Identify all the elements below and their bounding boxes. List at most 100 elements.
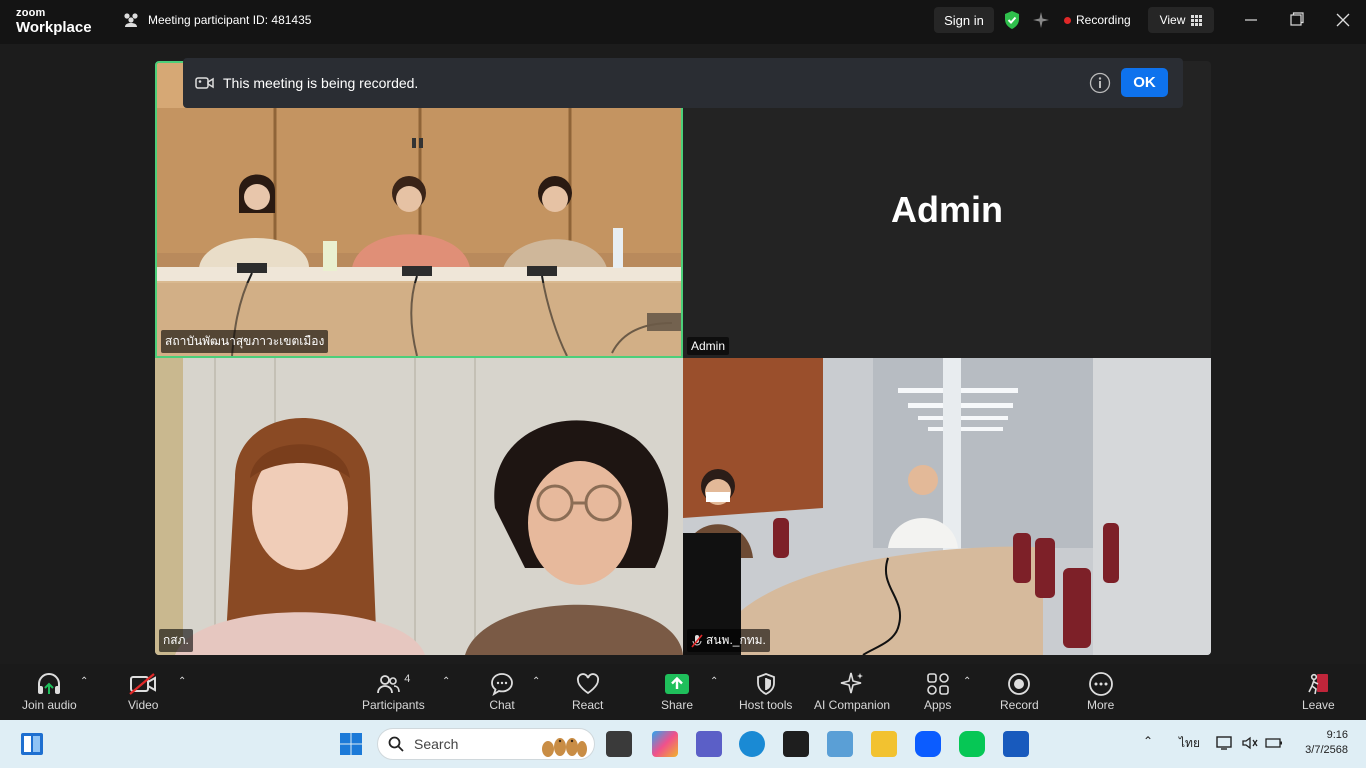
- record-button[interactable]: Record: [1000, 670, 1039, 712]
- participants-button[interactable]: 4 Participants: [362, 670, 425, 712]
- react-button[interactable]: React: [572, 670, 603, 712]
- share-button[interactable]: Share: [661, 670, 693, 712]
- minimize-icon[interactable]: [1244, 10, 1258, 30]
- windows-start-icon[interactable]: [339, 732, 363, 756]
- video-feed-two-women: [155, 358, 683, 655]
- line-app-icon[interactable]: [959, 731, 985, 757]
- task-view-icon[interactable]: [606, 731, 632, 757]
- participant-name-label: Admin: [687, 337, 730, 355]
- file-explorer-icon[interactable]: [871, 731, 897, 757]
- widgets-icon[interactable]: [20, 732, 44, 756]
- teams-icon[interactable]: [696, 731, 722, 757]
- remote-desktop-icon[interactable]: [827, 731, 853, 757]
- meeting-id[interactable]: Meeting participant ID: 481435: [122, 12, 311, 28]
- video-gallery: สถาบันพัฒนาสุขภาวะเขตเมือง Admin Admin ก…: [0, 44, 1366, 664]
- recording-dot-icon: [1064, 16, 1071, 24]
- leave-button[interactable]: Leave: [1302, 670, 1335, 712]
- heart-icon: [576, 673, 599, 695]
- edge-icon[interactable]: [739, 731, 765, 757]
- participant-name-text: กสภ.: [163, 633, 189, 647]
- recording-notice-banner: This meeting is being recorded. OK: [183, 58, 1183, 108]
- video-tile-ksp[interactable]: กสภ.: [155, 358, 683, 655]
- word-icon[interactable]: [1003, 731, 1029, 757]
- sign-in-button[interactable]: Sign in: [934, 7, 994, 33]
- view-label: View: [1159, 13, 1186, 27]
- recording-notice-text: This meeting is being recorded.: [223, 75, 419, 91]
- ai-companion-label: AI Companion: [814, 698, 891, 712]
- apps-options-caret-icon[interactable]: ⌃: [963, 676, 971, 687]
- record-label: Record: [1000, 698, 1039, 712]
- view-button[interactable]: View: [1148, 7, 1214, 33]
- volume-muted-icon[interactable]: [1241, 735, 1259, 751]
- taskbar-clock[interactable]: 9:16 3/7/2568: [1296, 728, 1348, 758]
- ai-sparkle-icon: [840, 672, 864, 694]
- apps-icon: [926, 673, 949, 695]
- react-label: React: [572, 698, 604, 712]
- video-tile-snp[interactable]: สนพ._กทม.: [683, 358, 1211, 655]
- chat-options-caret-icon[interactable]: ⌃: [532, 676, 540, 687]
- participant-name-text: Admin: [691, 339, 726, 353]
- ok-button[interactable]: OK: [1121, 68, 1168, 97]
- leave-icon: [1308, 673, 1329, 695]
- record-icon: [1008, 673, 1031, 695]
- close-icon[interactable]: [1336, 10, 1350, 30]
- leave-label: Leave: [1302, 698, 1335, 712]
- host-tools-button[interactable]: Host tools: [739, 670, 792, 712]
- restore-icon[interactable]: [1290, 10, 1304, 30]
- ai-companion-button[interactable]: AI Companion: [814, 670, 890, 712]
- info-icon[interactable]: [1089, 72, 1111, 94]
- clock-time: 9:16: [1326, 729, 1348, 741]
- language-indicator[interactable]: ไทย: [1179, 734, 1200, 753]
- network-icon[interactable]: [1216, 735, 1234, 751]
- recording-indicator[interactable]: Recording: [1064, 8, 1131, 32]
- join-audio-label: Join audio: [22, 698, 77, 712]
- sign-in-label: Sign in: [944, 12, 984, 28]
- participant-name-label: กสภ.: [159, 629, 193, 652]
- ai-sparkle-icon[interactable]: [1032, 11, 1050, 29]
- logo-line1: zoom: [16, 7, 46, 19]
- video-button[interactable]: Video: [128, 670, 158, 712]
- chat-icon: [491, 673, 513, 697]
- meeting-toolbar: Join audio ⌃ Video ⌃ 4 Participants ⌃ Ch…: [0, 664, 1366, 720]
- grid-icon: [1191, 14, 1203, 26]
- host-tools-label: Host tools: [739, 698, 793, 712]
- search-icon: [388, 736, 404, 752]
- chat-button[interactable]: Chat: [489, 670, 515, 712]
- title-bar: zoom Workplace Meeting participant ID: 4…: [0, 0, 1366, 44]
- participants-icon: [377, 675, 401, 694]
- terminal-icon[interactable]: [783, 731, 809, 757]
- participant-display-name: Admin: [891, 189, 1003, 230]
- participant-name-text: สถาบันพัฒนาสุขภาวะเขตเมือง: [165, 334, 325, 348]
- encryption-shield-icon[interactable]: [1003, 10, 1021, 30]
- apps-button[interactable]: Apps: [924, 670, 951, 712]
- battery-icon[interactable]: [1265, 735, 1283, 751]
- participants-count: 4: [404, 673, 411, 685]
- participants-group-icon: [124, 13, 138, 27]
- apps-label: Apps: [924, 698, 952, 712]
- language-label: ไทย: [1179, 736, 1200, 750]
- participants-options-caret-icon[interactable]: ⌃: [442, 676, 450, 687]
- search-placeholder: Search: [414, 736, 459, 752]
- show-hidden-icons-icon[interactable]: ⌃: [1143, 734, 1153, 748]
- audio-options-caret-icon[interactable]: ⌃: [80, 676, 88, 687]
- share-options-caret-icon[interactable]: ⌃: [710, 676, 718, 687]
- video-feed-meeting-room: [683, 358, 1211, 655]
- clock-date: 3/7/2568: [1305, 744, 1348, 756]
- taskbar-search-input[interactable]: Search: [377, 728, 595, 760]
- more-icon: [1088, 672, 1113, 696]
- participant-name-text: สนพ._กทม.: [706, 633, 766, 647]
- join-audio-button[interactable]: Join audio: [22, 670, 77, 712]
- video-camera-icon: [195, 77, 214, 89]
- participant-name-label: สถาบันพัฒนาสุขภาวะเขตเมือง: [161, 330, 329, 353]
- meeting-id-text: Meeting participant ID: 481435: [148, 13, 312, 27]
- more-button[interactable]: More: [1087, 670, 1114, 712]
- ok-label: OK: [1133, 74, 1156, 91]
- copilot-icon[interactable]: [652, 731, 678, 757]
- shield-icon: [756, 673, 775, 696]
- logo-line2: Workplace: [16, 19, 92, 36]
- video-label: Video: [128, 698, 159, 712]
- share-screen-icon: [665, 674, 690, 694]
- zoom-app-icon[interactable]: [915, 731, 941, 757]
- video-options-caret-icon[interactable]: ⌃: [178, 676, 186, 687]
- recording-label: Recording: [1076, 13, 1131, 27]
